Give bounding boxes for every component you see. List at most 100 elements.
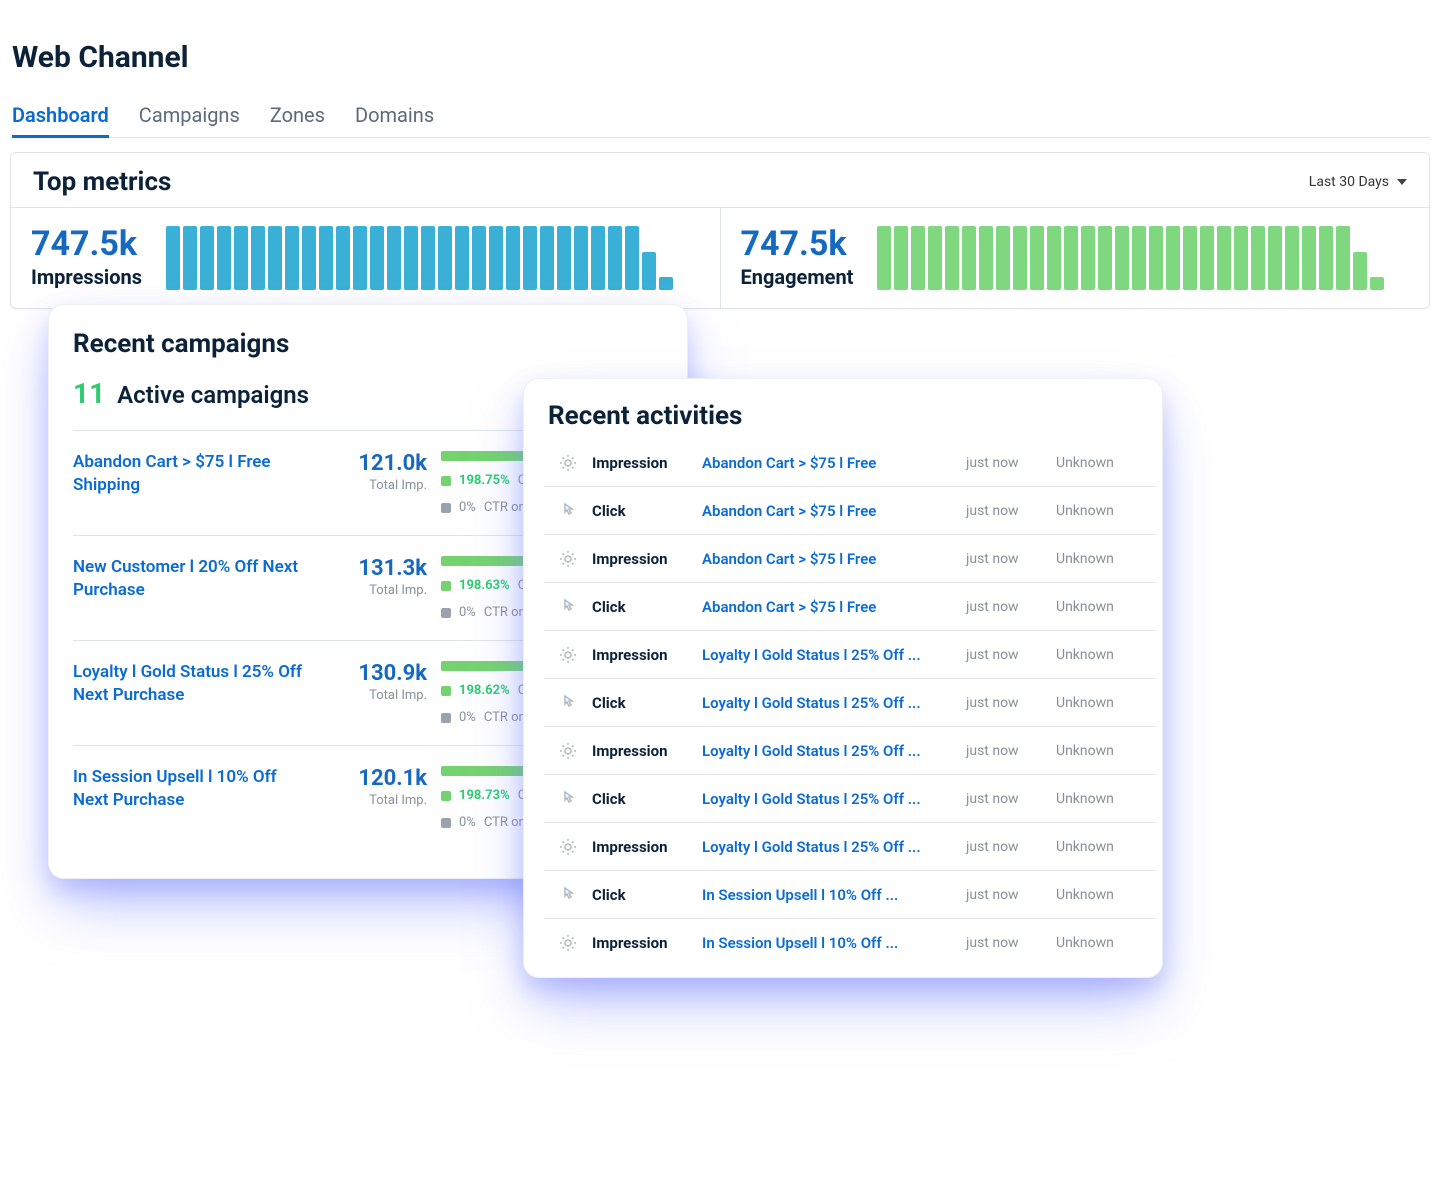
activity-link[interactable]: Abandon Cart > $75 l Free	[702, 454, 966, 472]
activity-type: Impression	[592, 742, 702, 760]
activity-link[interactable]: Loyalty l Gold Status l 25% Off ...	[702, 646, 966, 664]
activities-scroll[interactable]: ImpressionAbandon Cart > $75 l Freejust …	[544, 439, 1162, 959]
tab-zones[interactable]: Zones	[270, 97, 325, 137]
activity-link[interactable]: In Session Upsell l 10% Off ...	[702, 886, 966, 904]
tab-dashboard[interactable]: Dashboard	[12, 97, 109, 137]
campaign-link[interactable]: In Session Upsell l 10% Off Next Purchas…	[73, 766, 313, 812]
legend-swatch-icon	[441, 476, 451, 486]
activity-user: Unknown	[1056, 935, 1146, 951]
activity-time: just now	[966, 599, 1056, 615]
campaign-total: 121.0k	[327, 451, 427, 476]
tab-campaigns[interactable]: Campaigns	[139, 97, 240, 137]
activity-row: ClickAbandon Cart > $75 l Freejust nowUn…	[544, 487, 1156, 535]
active-campaigns-count: 11	[73, 377, 105, 410]
campaign-link[interactable]: Loyalty l Gold Status l 25% Off Next Pur…	[73, 661, 313, 707]
activity-link[interactable]: Loyalty l Gold Status l 25% Off ...	[702, 838, 966, 856]
activity-link[interactable]: Abandon Cart > $75 l Free	[702, 502, 966, 520]
gear-icon	[558, 933, 578, 953]
sparkline-engagement	[877, 226, 1409, 290]
activity-type: Impression	[592, 934, 702, 952]
tab-domains[interactable]: Domains	[355, 97, 434, 137]
legend-swatch-icon	[441, 686, 451, 696]
activity-row: ClickIn Session Upsell l 10% Off ...just…	[544, 871, 1156, 919]
activity-type: Click	[592, 598, 702, 616]
legend-swatch-icon	[441, 581, 451, 591]
metric-impressions: 747.5k Impressions	[11, 208, 720, 308]
activity-link[interactable]: Loyalty l Gold Status l 25% Off ...	[702, 790, 966, 808]
activity-type: Impression	[592, 454, 702, 472]
campaign-total: 131.3k	[327, 556, 427, 581]
activity-type: Click	[592, 790, 702, 808]
gear-icon	[558, 837, 578, 857]
activity-user: Unknown	[1056, 503, 1146, 519]
metric-engagement: 747.5kEngagement	[720, 208, 1430, 308]
activity-type: Impression	[592, 550, 702, 568]
top-metrics-card: Top metrics Last 30 Days 747.5k Impressio…	[10, 152, 1430, 309]
campaign-total-label: Total Imp.	[327, 688, 427, 703]
legend-swatch-icon	[441, 608, 451, 618]
activity-row: ClickAbandon Cart > $75 l Freejust nowUn…	[544, 583, 1156, 631]
pointer-icon	[558, 597, 578, 617]
activity-time: just now	[966, 935, 1056, 951]
activity-time: just now	[966, 647, 1056, 663]
activity-time: just now	[966, 839, 1056, 855]
ctr-desktop-value: 198.75%	[459, 473, 510, 488]
nav-tabs: Dashboard Campaigns Zones Domains	[10, 97, 1430, 138]
activity-time: just now	[966, 455, 1056, 471]
campaign-link[interactable]: Abandon Cart > $75 l Free Shipping	[73, 451, 313, 497]
activity-row: ImpressionAbandon Cart > $75 l Freejust …	[544, 439, 1156, 487]
activity-type: Click	[592, 886, 702, 904]
date-range-label: Last 30 Days	[1309, 174, 1389, 190]
pointer-icon	[558, 789, 578, 809]
activity-row: ImpressionLoyalty l Gold Status l 25% Of…	[544, 823, 1156, 871]
page-title: Web Channel	[12, 40, 1430, 75]
metric-label: Engagement	[741, 265, 854, 289]
activity-time: just now	[966, 695, 1056, 711]
campaign-total-label: Total Imp.	[327, 793, 427, 808]
metric-label: Impressions	[31, 265, 142, 289]
campaign-link[interactable]: New Customer l 20% Off Next Purchase	[73, 556, 313, 602]
activity-type: Click	[592, 502, 702, 520]
pointer-icon	[558, 501, 578, 521]
gear-icon	[558, 741, 578, 761]
activity-user: Unknown	[1056, 791, 1146, 807]
ctr-mobile-value: 0%	[459, 500, 476, 515]
ctr-desktop-value: 198.63%	[459, 578, 510, 593]
caret-down-icon	[1397, 179, 1407, 185]
activity-time: just now	[966, 743, 1056, 759]
gear-icon	[558, 453, 578, 473]
gear-icon	[558, 645, 578, 665]
ctr-desktop-value: 198.62%	[459, 683, 510, 698]
activity-user: Unknown	[1056, 551, 1146, 567]
top-metrics-title: Top metrics	[33, 167, 171, 197]
legend-swatch-icon	[441, 503, 451, 513]
activity-user: Unknown	[1056, 455, 1146, 471]
activity-link[interactable]: Loyalty l Gold Status l 25% Off ...	[702, 742, 966, 760]
campaign-total-label: Total Imp.	[327, 583, 427, 598]
campaign-total: 120.1k	[327, 766, 427, 791]
date-range-picker[interactable]: Last 30 Days	[1309, 174, 1407, 190]
activity-row: ImpressionIn Session Upsell l 10% Off ..…	[544, 919, 1156, 959]
recent-activities-panel: Recent activities ImpressionAbandon Cart…	[523, 378, 1163, 978]
activity-type: Impression	[592, 838, 702, 856]
activity-row: ImpressionLoyalty l Gold Status l 25% Of…	[544, 631, 1156, 679]
activity-user: Unknown	[1056, 647, 1146, 663]
activity-link[interactable]: Loyalty l Gold Status l 25% Off ...	[702, 694, 966, 712]
gear-icon	[558, 549, 578, 569]
legend-swatch-icon	[441, 818, 451, 828]
activity-type: Impression	[592, 646, 702, 664]
metric-value: 747.5k	[31, 227, 142, 261]
activity-user: Unknown	[1056, 743, 1146, 759]
activity-row: ClickLoyalty l Gold Status l 25% Off ...…	[544, 679, 1156, 727]
activity-time: just now	[966, 503, 1056, 519]
activity-link[interactable]: In Session Upsell l 10% Off ...	[702, 934, 966, 952]
activity-row: ImpressionAbandon Cart > $75 l Freejust …	[544, 535, 1156, 583]
recent-activities-title: Recent activities	[544, 401, 1162, 431]
legend-swatch-icon	[441, 713, 451, 723]
recent-campaigns-title: Recent campaigns	[73, 329, 671, 359]
activity-user: Unknown	[1056, 839, 1146, 855]
activity-link[interactable]: Abandon Cart > $75 l Free	[702, 550, 966, 568]
activity-link[interactable]: Abandon Cart > $75 l Free	[702, 598, 966, 616]
ctr-mobile-value: 0%	[459, 710, 476, 725]
ctr-mobile-value: 0%	[459, 815, 476, 830]
